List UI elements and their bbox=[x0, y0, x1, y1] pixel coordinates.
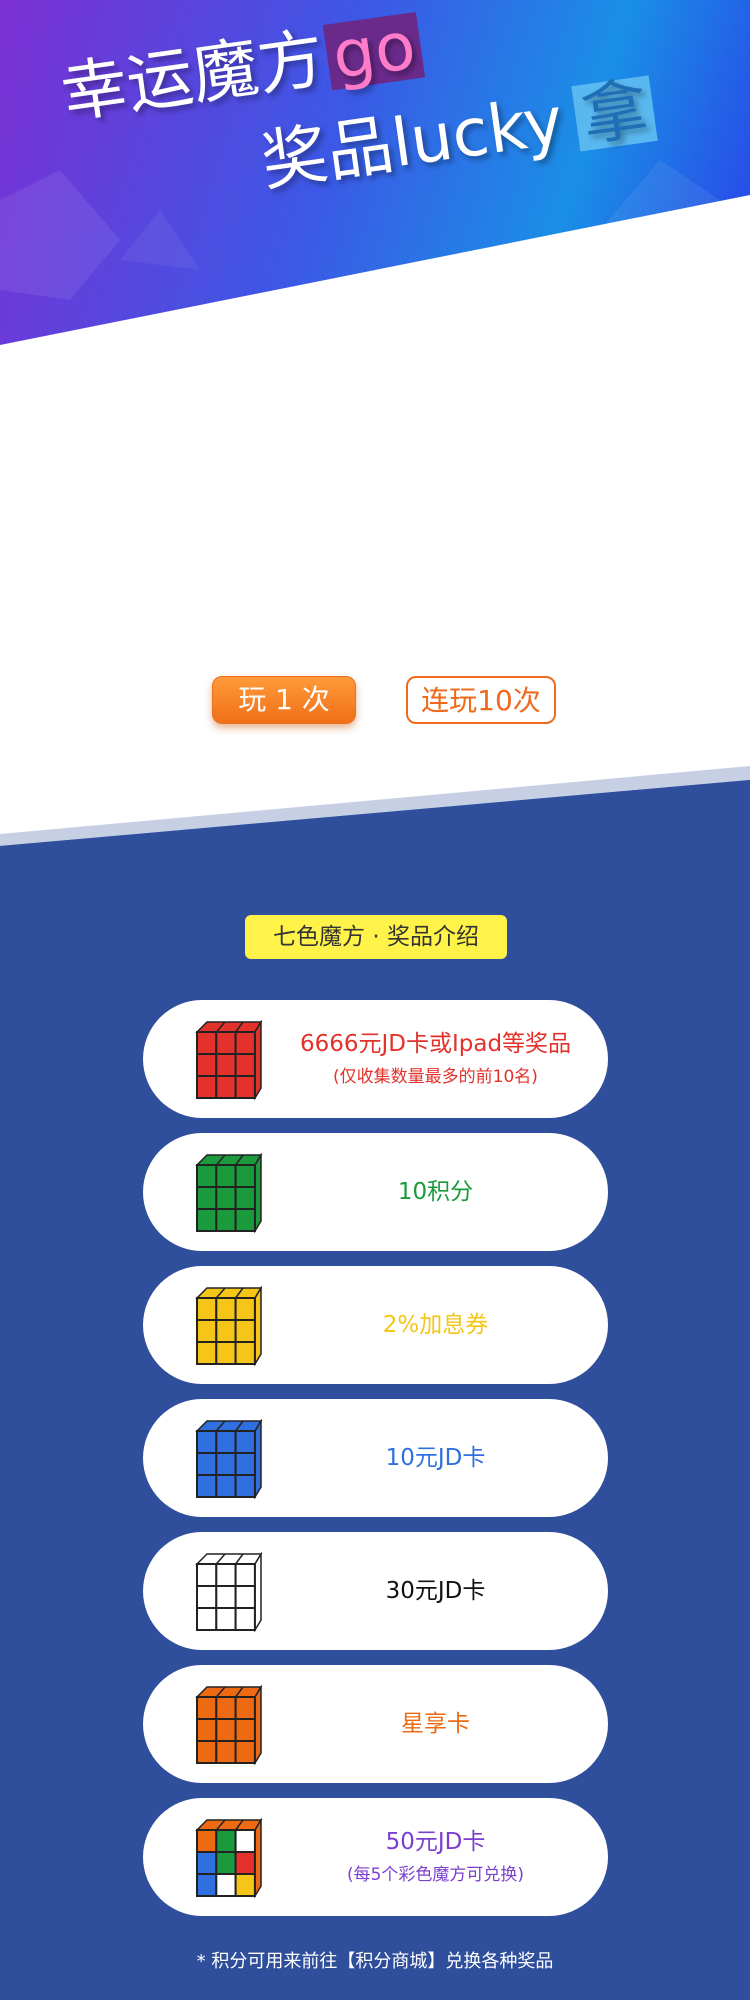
prize-card: 50元JD卡 (每5个彩色魔方可兑换) bbox=[143, 1798, 608, 1916]
prize-text: 10积分 bbox=[263, 1133, 608, 1251]
prize-title: 6666元JD卡或Ipad等奖品 bbox=[299, 1031, 572, 1057]
prize-card: 6666元JD卡或Ipad等奖品 (仅收集数量最多的前10名) bbox=[143, 1000, 608, 1118]
banner-highlight-go: go bbox=[322, 7, 426, 94]
prize-text: 星享卡 bbox=[263, 1665, 608, 1783]
prize-title: 2%加息券 bbox=[382, 1312, 489, 1338]
rubiks-cube-icon bbox=[195, 1286, 263, 1366]
prize-card: 星享卡 bbox=[143, 1665, 608, 1783]
rubiks-cube-icon bbox=[195, 1419, 263, 1499]
prize-card: 10元JD卡 bbox=[143, 1399, 608, 1517]
prize-text: 30元JD卡 bbox=[263, 1532, 608, 1650]
prize-title: 50元JD卡 bbox=[385, 1829, 486, 1855]
footer-note: * 积分可用来前往【积分商城】兑换各种奖品 bbox=[196, 1951, 554, 1972]
banner-highlight-na: 拿 bbox=[571, 70, 659, 156]
prize-subtitle: (每5个彩色魔方可兑换) bbox=[346, 1865, 525, 1885]
rubiks-cube-icon bbox=[195, 1685, 263, 1765]
prize-subtitle: (仅收集数量最多的前10名) bbox=[333, 1067, 538, 1087]
prize-section-title: 七色魔方 · 奖品介绍 bbox=[245, 915, 507, 959]
prize-card: 2%加息券 bbox=[143, 1266, 608, 1384]
prize-card: 10积分 bbox=[143, 1133, 608, 1251]
play-ten-button[interactable]: 连玩10次 bbox=[406, 676, 556, 724]
prize-card: 30元JD卡 bbox=[143, 1532, 608, 1650]
prize-text: 10元JD卡 bbox=[263, 1399, 608, 1517]
prize-title: 10元JD卡 bbox=[385, 1445, 486, 1471]
prize-title: 星享卡 bbox=[401, 1711, 470, 1737]
prize-text: 2%加息券 bbox=[263, 1266, 608, 1384]
rubiks-cube-icon bbox=[195, 1552, 263, 1632]
prize-text: 50元JD卡 (每5个彩色魔方可兑换) bbox=[263, 1798, 608, 1916]
prize-title: 10积分 bbox=[397, 1179, 474, 1205]
rubiks-cube-icon bbox=[195, 1818, 263, 1898]
prize-text: 6666元JD卡或Ipad等奖品 (仅收集数量最多的前10名) bbox=[263, 1000, 608, 1118]
play-once-button[interactable]: 玩 1 次 bbox=[212, 676, 356, 724]
rubiks-cube-icon bbox=[195, 1020, 263, 1100]
rubiks-cube-icon bbox=[195, 1153, 263, 1233]
prize-title: 30元JD卡 bbox=[385, 1578, 486, 1604]
